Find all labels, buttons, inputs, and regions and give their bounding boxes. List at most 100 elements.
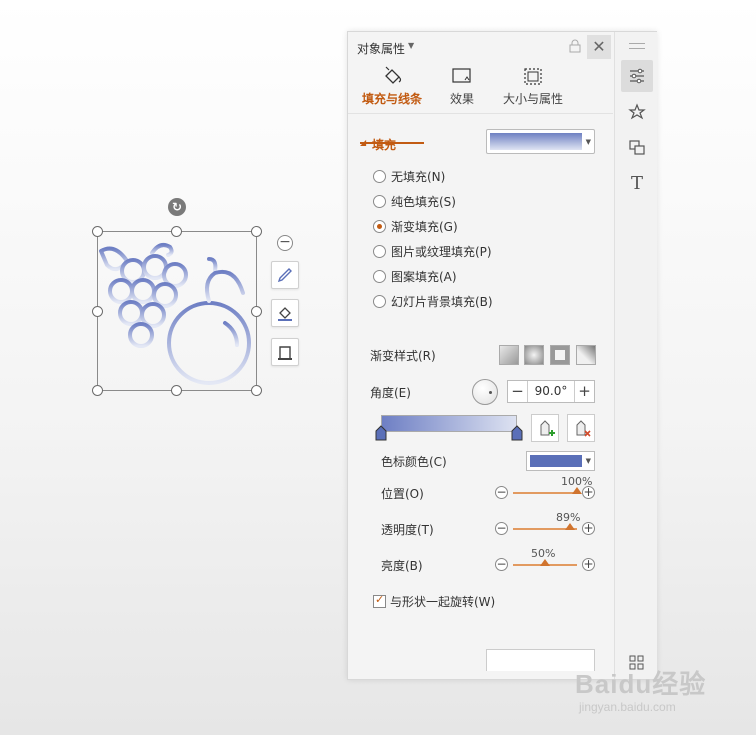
slider-thumb[interactable]: [540, 559, 550, 566]
resize-handle-bc[interactable]: [171, 385, 182, 396]
replace-icon: [629, 140, 645, 155]
slider-track[interactable]: [513, 492, 577, 494]
brightness-value: 50%: [531, 547, 556, 560]
radio-button[interactable]: [373, 294, 386, 308]
angle-input[interactable]: 90.0°: [528, 384, 574, 398]
transparency-decrease-button[interactable]: −: [495, 522, 508, 535]
brightness-decrease-button[interactable]: −: [495, 558, 508, 571]
radio-pattern-fill[interactable]: 图案填充(A): [373, 268, 457, 284]
close-icon: ✕: [592, 37, 606, 56]
tab-effects[interactable]: 效果: [440, 62, 484, 114]
resize-handle-bl[interactable]: [92, 385, 103, 396]
radio-gradient-fill[interactable]: 渐变填充(G): [373, 218, 458, 234]
gradient-style-path-button[interactable]: [576, 345, 596, 365]
shape-outline-button[interactable]: [271, 338, 299, 366]
resize-handle-tc[interactable]: [171, 226, 182, 237]
gradient-stop-start[interactable]: [375, 425, 387, 441]
shape-star-icon: [628, 103, 646, 120]
transparency-label: 透明度(T): [381, 523, 434, 537]
slider-thumb[interactable]: [564, 523, 575, 530]
delete-gradient-stop-button[interactable]: [567, 414, 595, 442]
rotate-with-shape-checkbox[interactable]: 与形状一起旋转(W): [373, 593, 495, 610]
shape-style-button[interactable]: [271, 261, 299, 289]
position-increase-button[interactable]: +: [582, 486, 595, 499]
resize-handle-tl[interactable]: [92, 226, 103, 237]
position-slider[interactable]: − 100% +: [495, 475, 595, 501]
baidu-watermark: Baidu经验 jingyan.baidu.com: [575, 660, 725, 720]
section-collapse-icon[interactable]: ◢: [360, 138, 366, 147]
fill-section-title[interactable]: 填充: [372, 136, 396, 153]
radio-button[interactable]: [373, 194, 386, 208]
resize-handle-ml[interactable]: [92, 306, 103, 317]
panel-tabs: 填充与线条 效果 大小与属性: [348, 62, 613, 144]
chevron-down-icon: ▼: [585, 138, 591, 146]
tab-size-and-properties[interactable]: 大小与属性: [498, 62, 568, 114]
fill-bucket-icon: [278, 307, 292, 321]
transparency-increase-button[interactable]: +: [582, 522, 595, 535]
add-gradient-stop-button[interactable]: [531, 414, 559, 442]
fill-color-swatch: [490, 133, 582, 150]
tab-fill-and-line[interactable]: 填充与线条: [360, 62, 424, 114]
angle-increase-button[interactable]: +: [574, 381, 594, 402]
gradient-bar[interactable]: [381, 415, 517, 432]
outline-icon: [278, 346, 292, 360]
text-icon: T: [630, 172, 643, 194]
side-properties-button[interactable]: [621, 60, 653, 92]
angle-spinner: − 90.0° +: [507, 380, 595, 403]
grip-icon[interactable]: [629, 43, 645, 49]
rotate-handle-icon[interactable]: ↻: [168, 198, 186, 216]
fill-color-dropdown[interactable]: ▼: [486, 129, 595, 154]
gradient-style-linear-button[interactable]: [499, 345, 519, 365]
checkbox-label: 与形状一起旋转(W): [390, 595, 496, 609]
title-dropdown-icon[interactable]: ▼: [408, 41, 414, 50]
gradient-style-rect-button[interactable]: [550, 345, 570, 365]
watermark-text: Baidu经验: [575, 669, 707, 699]
shape-fill-button[interactable]: [271, 299, 299, 327]
brightness-slider[interactable]: − 50% +: [495, 547, 595, 573]
close-button[interactable]: ✕: [587, 35, 611, 59]
radio-label: 幻灯片背景填充(B): [391, 294, 493, 309]
gradient-style-radial-button[interactable]: [524, 345, 544, 365]
gradient-stop-end[interactable]: [511, 425, 523, 441]
radio-button[interactable]: [373, 244, 386, 258]
tab-label: 填充与线条: [361, 92, 422, 106]
radio-picture-texture-fill[interactable]: 图片或纹理填充(P): [373, 243, 492, 259]
slider-thumb[interactable]: [572, 487, 582, 494]
add-stop-icon: [540, 420, 555, 436]
radio-button[interactable]: [373, 219, 386, 233]
collapse-toolbar-button[interactable]: −: [277, 235, 293, 251]
position-decrease-button[interactable]: −: [495, 486, 508, 499]
radio-button[interactable]: [373, 169, 386, 183]
transparency-value: 89%: [555, 511, 581, 524]
resize-handle-mr[interactable]: [251, 306, 262, 317]
effect-icon: [452, 68, 471, 83]
side-replace-button[interactable]: [621, 131, 653, 163]
angle-label: 角度(E): [370, 386, 411, 400]
radio-no-fill[interactable]: 无填充(N): [373, 168, 445, 184]
resize-handle-br[interactable]: [251, 385, 262, 396]
panel-title[interactable]: 对象属性: [357, 40, 405, 57]
panel-header: 对象属性 ▼ ✕: [348, 32, 613, 62]
settings-sliders-icon: [630, 68, 644, 84]
lock-icon[interactable]: [569, 39, 581, 53]
brush-icon: [277, 268, 292, 283]
angle-dial[interactable]: [472, 379, 498, 405]
resize-handle-tr[interactable]: [251, 226, 262, 237]
side-shape-effects-button[interactable]: [621, 96, 653, 128]
stop-color-label: 色标颜色(C): [381, 455, 447, 469]
size-icon: [524, 68, 542, 85]
radio-solid-fill[interactable]: 纯色填充(S): [373, 193, 456, 209]
brightness-increase-button[interactable]: +: [582, 558, 595, 571]
gradient-style-label: 渐变样式(R): [370, 349, 436, 363]
side-text-button[interactable]: T: [621, 167, 653, 199]
angle-decrease-button[interactable]: −: [508, 381, 528, 402]
radio-slide-background-fill[interactable]: 幻灯片背景填充(B): [373, 293, 493, 309]
tab-label: 效果: [449, 92, 474, 106]
radio-button[interactable]: [373, 269, 386, 283]
side-toolbar: T: [614, 32, 657, 679]
position-label: 位置(O): [381, 487, 424, 501]
transparency-slider[interactable]: − 89% +: [495, 511, 595, 537]
canvas: ↻ −: [0, 0, 340, 735]
stop-color-dropdown[interactable]: ▼: [526, 451, 595, 471]
checkbox[interactable]: [373, 593, 386, 608]
